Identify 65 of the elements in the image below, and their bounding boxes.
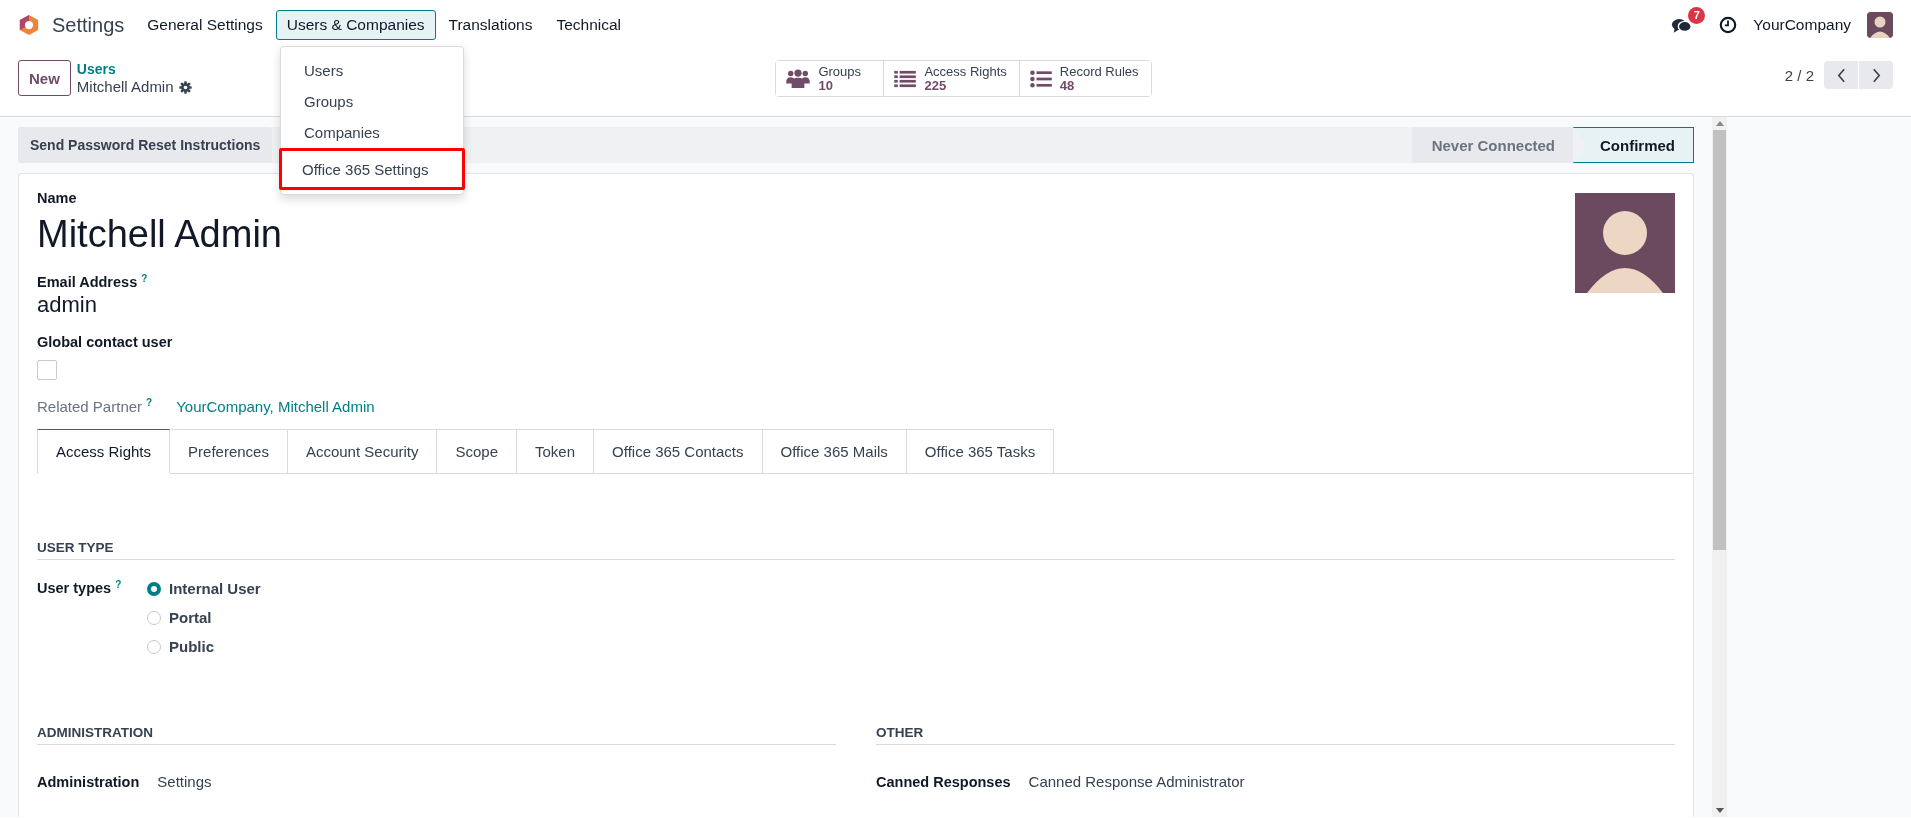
tab[interactable]: Token (517, 429, 595, 474)
app-logo-icon[interactable] (18, 14, 40, 36)
help-icon[interactable]: ? (115, 580, 122, 590)
help-icon[interactable]: ? (146, 398, 153, 408)
list-icon (1029, 69, 1052, 88)
tab[interactable]: Office 365 Mails (762, 429, 907, 474)
name-field[interactable]: Mitchell Admin (37, 208, 375, 260)
dropdown-item[interactable]: Office 365 Settings (279, 148, 465, 190)
user-avatar[interactable] (1575, 193, 1675, 293)
email-field[interactable]: admin (37, 290, 375, 320)
menu-item[interactable]: General Settings (136, 10, 274, 40)
company-name[interactable]: YourCompany (1753, 16, 1851, 34)
notification-badge: 7 (1688, 6, 1706, 24)
tab[interactable]: Office 365 Tasks (906, 429, 1055, 474)
scroll-down-icon[interactable] (1715, 808, 1724, 813)
radio-label[interactable]: Portal (169, 609, 212, 626)
app-title[interactable]: Settings (52, 13, 125, 37)
breadcrumb-link[interactable]: Users (76, 60, 192, 78)
section-heading: USER TYPE (37, 540, 1675, 560)
menu-item[interactable]: Translations (437, 10, 544, 40)
clock-icon[interactable] (1719, 16, 1738, 34)
chevron-right-icon (1871, 67, 1881, 83)
field-label: Global contact user (37, 334, 174, 350)
tab[interactable]: Preferences (170, 429, 288, 474)
chevron-left-icon (1836, 67, 1846, 83)
previous-button[interactable] (1824, 61, 1858, 89)
section-heading: ADMINISTRATION (37, 725, 836, 745)
help-icon[interactable]: ? (141, 274, 148, 284)
dropdown-item[interactable]: Users (281, 55, 463, 86)
field-label: Related Partner (37, 398, 143, 415)
tab[interactable]: Office 365 Contacts (594, 429, 763, 474)
next-button[interactable] (1859, 61, 1893, 89)
menu-item[interactable]: Users & Companies (275, 10, 436, 40)
field-label: Canned Responses (876, 774, 1011, 790)
scroll-up-icon[interactable] (1715, 121, 1724, 126)
scrollbar[interactable] (1712, 117, 1727, 817)
users-icon (786, 68, 811, 89)
field-label: Administration (37, 774, 140, 790)
radio-button[interactable] (147, 581, 161, 596)
radio-label[interactable]: Public (169, 638, 214, 655)
field-label: User types (37, 580, 112, 596)
field-label: Name (37, 190, 78, 206)
pager-counter: 2 / 2 (1784, 66, 1814, 84)
list-icon (894, 69, 917, 88)
field-label: Email Address (37, 274, 138, 290)
user-avatar[interactable] (1867, 12, 1893, 38)
tab[interactable]: Account Security (287, 429, 438, 474)
partner-link[interactable]: YourCompany, Mitchell Admin (176, 398, 375, 415)
menu-item[interactable]: Technical (545, 10, 633, 40)
section-heading: OTHER (876, 725, 1675, 745)
status-stage[interactable]: Never Connected (1411, 127, 1573, 163)
tab[interactable]: Access Rights (37, 429, 171, 474)
checkbox[interactable] (37, 360, 57, 380)
field-value[interactable]: Canned Response Administrator (1028, 773, 1245, 790)
gear-icon[interactable] (178, 80, 192, 94)
smart-button[interactable]: Groups 10 (776, 61, 885, 96)
field-value[interactable]: Settings (157, 773, 212, 790)
dropdown-item[interactable]: Companies (281, 117, 463, 148)
new-button[interactable]: New (18, 60, 71, 96)
dropdown-item[interactable]: Groups (281, 86, 463, 117)
record-title: Mitchell Admin (76, 78, 174, 96)
radio-label[interactable]: Internal User (169, 580, 261, 597)
tab[interactable]: Scope (437, 429, 518, 474)
status-stage[interactable]: Confirmed (1573, 127, 1694, 163)
send-reset-button[interactable]: Send Password Reset Instructions (18, 127, 273, 163)
